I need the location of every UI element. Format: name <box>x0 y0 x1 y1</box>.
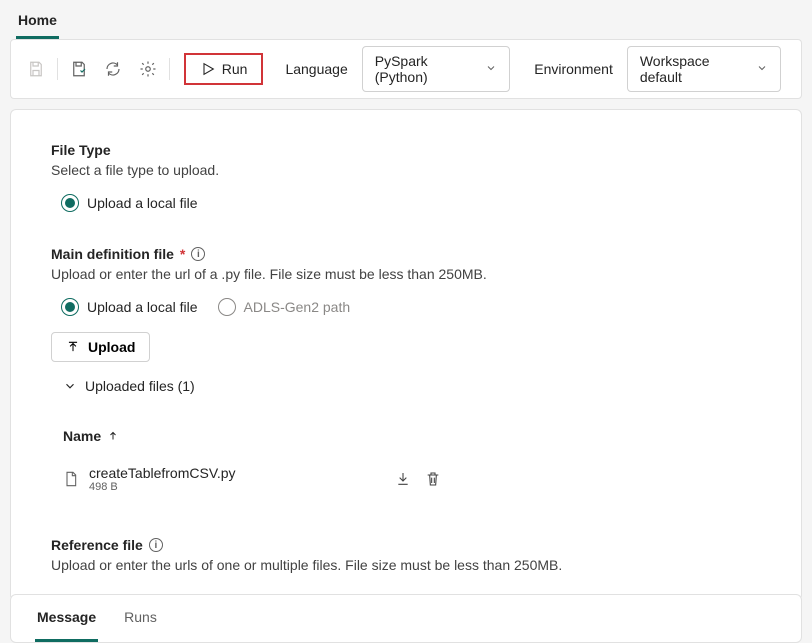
main-def-desc: Upload or enter the url of a .py file. F… <box>51 266 761 282</box>
radio-label: Upload a local file <box>87 299 198 315</box>
info-icon[interactable]: i <box>149 538 163 552</box>
chevron-down-icon <box>63 379 77 393</box>
environment-label: Environment <box>524 61 623 77</box>
settings-icon[interactable] <box>133 53 163 85</box>
upload-label: Upload <box>88 339 135 355</box>
file-type-title: File Type <box>51 142 761 158</box>
section-file-type: File Type Select a file type to upload. … <box>51 142 761 212</box>
main-def-title: Main definition file <box>51 246 174 262</box>
environment-dropdown[interactable]: Workspace default <box>627 46 781 92</box>
run-label: Run <box>222 61 248 77</box>
radio-dot-icon <box>218 298 236 316</box>
radio-label: ADLS-Gen2 path <box>244 299 351 315</box>
bottom-tabs: Message Runs <box>10 594 802 643</box>
uploaded-files-toggle[interactable]: Uploaded files (1) <box>63 378 761 394</box>
uploaded-label: Uploaded files (1) <box>85 378 195 394</box>
tab-message[interactable]: Message <box>35 595 98 642</box>
radio-upload-local-file[interactable]: Upload a local file <box>61 298 198 316</box>
toolbar: Run Language PySpark (Python) Environmen… <box>10 39 802 99</box>
language-value: PySpark (Python) <box>375 53 478 85</box>
info-icon[interactable]: i <box>191 247 205 261</box>
chevron-down-icon <box>485 61 497 77</box>
delete-icon[interactable] <box>425 471 441 487</box>
required-asterisk: * <box>180 246 185 262</box>
run-button[interactable]: Run <box>184 53 264 85</box>
refresh-icon[interactable] <box>98 53 128 85</box>
radio-adls-gen2-path[interactable]: ADLS-Gen2 path <box>218 298 351 316</box>
radio-label: Upload a local file <box>87 195 198 211</box>
language-dropdown[interactable]: PySpark (Python) <box>362 46 511 92</box>
file-size: 498 B <box>89 481 395 493</box>
environment-value: Workspace default <box>640 53 748 85</box>
section-reference-file: Reference file i Upload or enter the url… <box>51 537 761 573</box>
section-main-definition: Main definition file * i Upload or enter… <box>51 246 761 503</box>
upload-button[interactable]: Upload <box>51 332 150 362</box>
radio-upload-local-file[interactable]: Upload a local file <box>61 194 198 212</box>
tab-runs[interactable]: Runs <box>122 595 159 642</box>
file-type-desc: Select a file type to upload. <box>51 162 761 178</box>
main-panel: File Type Select a file type to upload. … <box>10 109 802 601</box>
save-as-icon[interactable] <box>64 53 94 85</box>
tab-home[interactable]: Home <box>16 6 59 39</box>
language-label: Language <box>275 61 357 77</box>
file-name: createTablefromCSV.py <box>89 465 395 481</box>
radio-dot-icon <box>61 194 79 212</box>
reference-title: Reference file <box>51 537 143 553</box>
reference-desc: Upload or enter the urls of one or multi… <box>51 557 761 573</box>
sort-asc-icon <box>107 430 119 442</box>
file-icon <box>63 471 79 487</box>
download-icon[interactable] <box>395 471 411 487</box>
file-row: createTablefromCSV.py 498 B <box>63 455 761 503</box>
column-name[interactable]: Name <box>63 418 761 455</box>
separator <box>169 58 170 80</box>
save-icon[interactable] <box>21 53 51 85</box>
radio-dot-icon <box>61 298 79 316</box>
separator <box>57 58 58 80</box>
chevron-down-icon <box>756 61 768 77</box>
file-table: Name createTablefromCSV.py 498 B <box>63 418 761 503</box>
